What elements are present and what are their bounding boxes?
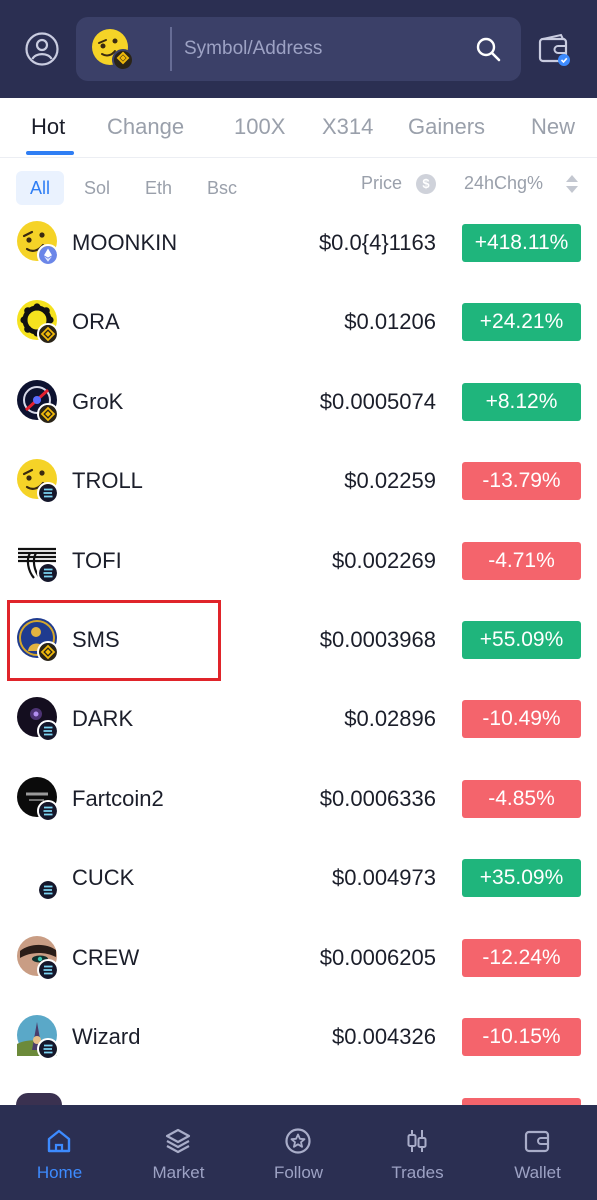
coin-name: CREW	[72, 945, 140, 970]
coin-price: $0.004973	[332, 865, 436, 890]
change-pill[interactable]: -13.79%	[462, 462, 581, 500]
tab-change[interactable]: Change	[107, 114, 184, 140]
category-tabs: Hot Change 100X X314 Gainers New	[0, 98, 597, 158]
candlestick-icon	[407, 1130, 427, 1152]
change-pill[interactable]: +8.12%	[462, 383, 581, 421]
search-input[interactable]	[184, 33, 454, 65]
coin-row-cuck[interactable]: CUCK $0.004973 +35.09%	[0, 838, 597, 917]
change-pill[interactable]: -10.15%	[462, 1018, 581, 1056]
search-divider	[170, 27, 172, 71]
bottom-nav: Home Market Follow Trades Wallet	[0, 1105, 597, 1200]
nav-trades[interactable]: Trades	[358, 1105, 477, 1200]
filter-eth[interactable]: Eth	[145, 171, 172, 205]
coin-price: $0.0006336	[319, 786, 436, 811]
coin-name: Fartcoin2	[72, 786, 164, 811]
nav-follow[interactable]: Follow	[239, 1105, 358, 1200]
nav-market-label: Market	[152, 1163, 205, 1182]
sol-chain-badge-icon	[37, 562, 59, 584]
eth-chain-badge-icon	[37, 244, 59, 266]
change-pill[interactable]: -4.71%	[462, 542, 581, 580]
nav-home-label: Home	[36, 1163, 83, 1182]
sort-icon[interactable]	[564, 172, 580, 196]
coin-name: MOONKIN	[72, 230, 178, 255]
partial-row-pill	[462, 1098, 581, 1105]
filter-sol[interactable]: Sol	[84, 171, 110, 205]
sol-chain-badge-icon	[37, 1038, 59, 1060]
wallet-icon	[524, 1130, 550, 1153]
filter-all[interactable]: All	[16, 171, 64, 205]
change-pill[interactable]: +24.21%	[462, 303, 581, 341]
change-pill[interactable]: +418.11%	[462, 224, 581, 262]
nav-wallet[interactable]: Wallet	[478, 1105, 597, 1200]
coin-row-ora[interactable]: ORA $0.01206 +24.21%	[0, 282, 597, 361]
coin-row-crew[interactable]: CREW $0.0006205 -12.24%	[0, 918, 597, 997]
active-tab-indicator	[26, 151, 74, 155]
coin-price: $0.002269	[332, 548, 436, 573]
coin-price: $0.0005074	[319, 389, 436, 414]
star-icon	[285, 1128, 311, 1154]
coin-price: $0.02259	[344, 468, 436, 493]
change-pill[interactable]: -4.85%	[462, 780, 581, 818]
coin-row-tofi[interactable]: TOFI $0.002269 -4.71%	[0, 521, 597, 600]
coin-price: $0.02896	[344, 706, 436, 731]
nav-wallet-label: Wallet	[514, 1163, 561, 1182]
coin-price: $0.0{4}1163	[318, 230, 436, 255]
coin-name: DARK	[72, 706, 134, 731]
coin-row-dark[interactable]: DARK $0.02896 -10.49%	[0, 679, 597, 758]
nav-home[interactable]: Home	[0, 1105, 119, 1200]
coin-name: TOFI	[72, 548, 122, 573]
search-box[interactable]	[76, 17, 521, 81]
coin-name: CUCK	[72, 865, 135, 890]
bsc-chain-badge-icon	[37, 323, 59, 345]
coin-name: ORA	[72, 309, 120, 334]
coin-row-troll[interactable]: TROLL $0.02259 -13.79%	[0, 441, 597, 520]
sol-chain-badge-icon	[37, 959, 59, 981]
coin-price: $0.0003968	[319, 627, 436, 652]
sol-chain-badge-icon	[37, 482, 59, 504]
coin-row-wizard[interactable]: Wizard $0.004326 -10.15%	[0, 997, 597, 1076]
change-pill[interactable]: +55.09%	[462, 621, 581, 659]
home-icon	[47, 1129, 71, 1153]
tab-new[interactable]: New	[531, 114, 575, 140]
bsc-chain-badge-icon	[37, 403, 59, 425]
tab-x314[interactable]: X314	[322, 114, 373, 140]
change-pill[interactable]: -12.24%	[462, 939, 581, 977]
change-column-header[interactable]: 24hChg%	[464, 173, 543, 194]
nav-follow-label: Follow	[273, 1163, 324, 1182]
sol-chain-badge-icon	[37, 800, 59, 822]
coin-row-fartcoin2[interactable]: Fartcoin2 $0.0006336 -4.85%	[0, 759, 597, 838]
filter-bsc[interactable]: Bsc	[207, 171, 237, 205]
currency-icon[interactable]: $	[416, 174, 436, 194]
coin-name: GroK	[72, 389, 124, 414]
tab-gainers[interactable]: Gainers	[408, 114, 485, 140]
profile-icon[interactable]	[24, 31, 60, 67]
smiley-coin-icon	[92, 29, 134, 71]
search-icon[interactable]	[474, 35, 502, 63]
change-pill[interactable]: +35.09%	[462, 859, 581, 897]
coin-price: $0.004326	[332, 1024, 436, 1049]
coin-row-grok[interactable]: GroK $0.0005074 +8.12%	[0, 362, 597, 441]
tab-hot[interactable]: Hot	[31, 114, 65, 140]
coin-row-moonkin[interactable]: MOONKIN $0.0{4}1163 +418.11%	[0, 203, 597, 282]
tab-100x[interactable]: 100X	[234, 114, 285, 140]
wallet-connect-icon[interactable]	[537, 33, 573, 67]
nav-market[interactable]: Market	[119, 1105, 238, 1200]
layers-icon	[165, 1128, 191, 1154]
sol-chain-badge-icon	[37, 879, 59, 901]
price-column-header[interactable]: Price	[361, 173, 402, 194]
change-pill[interactable]: -10.49%	[462, 700, 581, 738]
coin-price: $0.0006205	[319, 945, 436, 970]
coin-price: $0.01206	[344, 309, 436, 334]
highlight-box	[7, 600, 221, 681]
coin-name: TROLL	[72, 468, 143, 493]
sol-chain-badge-icon	[37, 720, 59, 742]
nav-trades-label: Trades	[391, 1163, 444, 1182]
coin-name: Wizard	[72, 1024, 141, 1049]
top-header	[0, 0, 597, 98]
partial-row-icon	[16, 1093, 62, 1105]
